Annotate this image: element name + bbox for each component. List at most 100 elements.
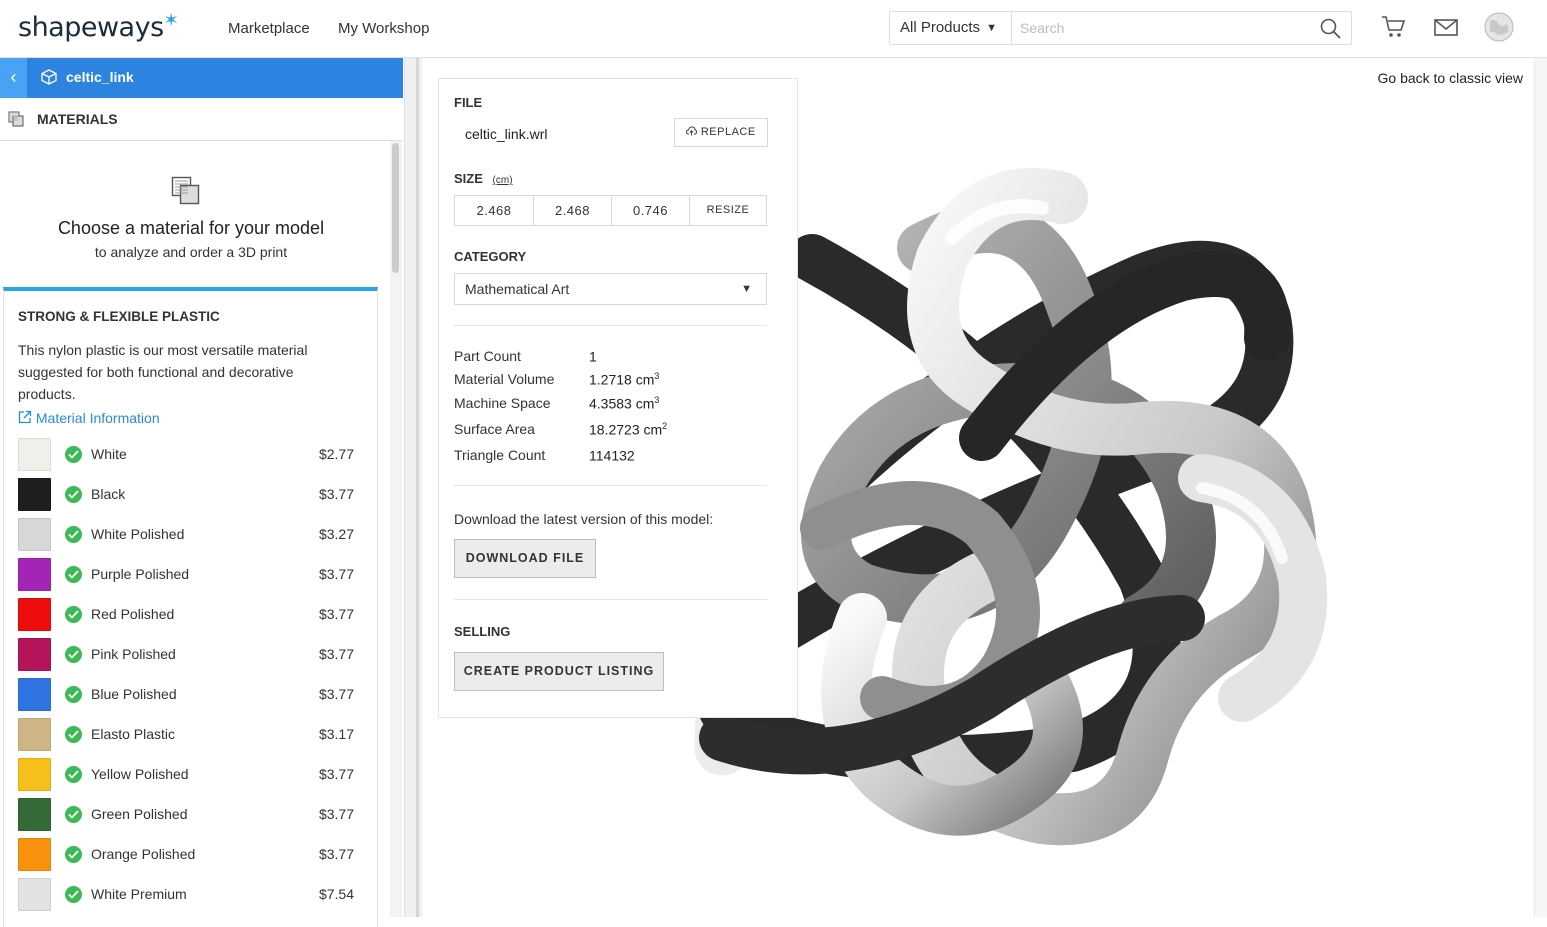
stat-value-unit-power: 2 xyxy=(662,421,668,431)
stat-label: Surface Area xyxy=(454,421,535,437)
material-name: Yellow Polished xyxy=(91,766,189,782)
available-check-icon xyxy=(65,446,82,463)
nav-my-workshop[interactable]: My Workshop xyxy=(338,20,429,37)
choose-material-prompt: Choose a material for your model to anal… xyxy=(0,141,382,289)
viewer-scrollbar[interactable] xyxy=(1534,58,1547,917)
material-swatch xyxy=(18,478,51,511)
material-row[interactable]: Black $3.77 xyxy=(18,478,354,512)
divider-line xyxy=(454,599,767,600)
size-label: SIZE (cm) xyxy=(454,171,513,186)
size-label-text: SIZE xyxy=(454,171,483,186)
material-row[interactable]: Yellow Polished $3.77 xyxy=(18,758,354,792)
materials-header[interactable]: MATERIALS xyxy=(0,98,403,141)
sidebar-scroll-thumb[interactable] xyxy=(392,143,399,273)
category-value: Mathematical Art xyxy=(465,281,570,297)
caret-down-icon: ▼ xyxy=(986,22,997,34)
stat-value-unit-power: 3 xyxy=(654,395,660,405)
material-group-title: STRONG & FLEXIBLE PLASTIC xyxy=(18,309,220,324)
stat-label: Machine Space xyxy=(454,395,551,411)
download-file-button[interactable]: DOWNLOAD FILE xyxy=(454,539,596,578)
cart-icon[interactable] xyxy=(1381,14,1406,44)
replace-button[interactable]: REPLACE xyxy=(674,118,768,147)
material-row[interactable]: Purple Polished $3.77 xyxy=(18,558,354,592)
chevron-left-icon: ‹ xyxy=(10,67,17,87)
logo-text: shapeways xyxy=(18,12,164,43)
size-x-input[interactable]: 2.468 xyxy=(455,196,534,225)
stat-label: Material Volume xyxy=(454,371,555,387)
model-properties-panel: FILE celtic_link.wrl REPLACE SIZE (cm) 2… xyxy=(438,78,798,718)
available-check-icon xyxy=(65,886,82,903)
model-viewer[interactable]: Go back to classic view FILE celtic_link… xyxy=(422,58,1547,917)
material-name: Green Polished xyxy=(91,806,188,822)
upload-cloud-icon xyxy=(686,126,701,138)
file-label: FILE xyxy=(454,95,483,110)
stat-value: 4.3583 cm3 xyxy=(589,395,659,412)
replace-label: REPLACE xyxy=(700,126,756,138)
user-avatar-icon[interactable] xyxy=(1484,12,1514,47)
size-z-input[interactable]: 0.746 xyxy=(612,196,690,225)
search-category-select[interactable]: All Products ▼ xyxy=(890,12,1012,44)
material-swatch xyxy=(18,598,51,631)
material-row[interactable]: White Premium $7.54 xyxy=(18,878,354,912)
material-price: $2.77 xyxy=(318,446,354,462)
search-icon[interactable] xyxy=(1320,18,1341,44)
material-price: $3.77 xyxy=(318,606,354,622)
search-category-value: All Products xyxy=(900,19,981,36)
stat-label: Part Count xyxy=(454,348,521,364)
material-name: Elasto Plastic xyxy=(91,726,176,742)
nav-marketplace[interactable]: Marketplace xyxy=(228,20,310,37)
shapeways-logo[interactable]: shapeways✶ xyxy=(18,10,179,43)
panel-divider[interactable] xyxy=(404,58,422,917)
material-price: $3.27 xyxy=(318,526,354,542)
material-name: White Premium xyxy=(91,886,187,902)
mail-icon[interactable] xyxy=(1434,19,1458,41)
material-swatch xyxy=(18,758,51,791)
material-row[interactable]: White Polished $3.27 xyxy=(18,518,354,552)
material-information-link[interactable]: Material Information xyxy=(18,409,160,426)
material-swatch xyxy=(18,798,51,831)
classic-view-link[interactable]: Go back to classic view xyxy=(1378,70,1524,86)
stat-value-text: 1.2718 cm xyxy=(589,371,655,388)
material-row[interactable]: Pink Polished $3.77 xyxy=(18,638,354,672)
material-row[interactable]: Orange Polished $3.77 xyxy=(18,838,354,872)
resize-button[interactable]: RESIZE xyxy=(690,196,766,225)
create-product-listing-button[interactable]: CREATE PRODUCT LISTING xyxy=(454,652,664,691)
available-check-icon xyxy=(65,686,82,703)
material-price: $3.77 xyxy=(318,566,354,582)
material-row[interactable]: Red Polished $3.77 xyxy=(18,598,354,632)
material-price: $3.77 xyxy=(318,766,354,782)
material-row[interactable]: Blue Polished $3.77 xyxy=(18,678,354,712)
sidebar-scrollbar[interactable] xyxy=(390,141,402,917)
search-box: All Products ▼ xyxy=(889,11,1352,45)
material-swatch xyxy=(18,638,51,671)
material-name: White Polished xyxy=(91,526,185,542)
stat-value-unit-power: 3 xyxy=(654,371,660,381)
material-row[interactable]: Elasto Plastic $3.17 xyxy=(18,718,354,752)
available-check-icon xyxy=(65,646,82,663)
caret-down-icon: ▼ xyxy=(741,283,752,295)
material-swatch xyxy=(18,438,51,471)
download-text: Download the latest version of this mode… xyxy=(454,511,714,527)
category-select[interactable]: Mathematical Art ▼ xyxy=(454,273,767,305)
material-information-text: Material Information xyxy=(35,410,160,426)
material-swatch xyxy=(18,838,51,871)
material-price: $3.77 xyxy=(318,846,354,862)
back-button[interactable]: ‹ xyxy=(0,58,27,98)
size-y-input[interactable]: 2.468 xyxy=(534,196,612,225)
search-input[interactable] xyxy=(1014,12,1309,44)
material-price: $3.77 xyxy=(318,646,354,662)
cube-icon xyxy=(41,69,57,90)
divider-line xyxy=(454,485,767,486)
material-row[interactable]: Green Polished $3.77 xyxy=(18,798,354,832)
material-row[interactable]: White $2.77 xyxy=(18,438,354,472)
stat-value: 1 xyxy=(589,348,597,365)
available-check-icon xyxy=(65,806,82,823)
divider-grip[interactable] xyxy=(416,58,419,917)
logo-star-icon: ✶ xyxy=(163,10,179,31)
material-name: Red Polished xyxy=(91,606,175,622)
selling-label: SELLING xyxy=(454,624,511,639)
material-swatch xyxy=(18,718,51,751)
material-price: $3.77 xyxy=(318,486,354,502)
available-check-icon xyxy=(65,606,82,623)
available-check-icon xyxy=(65,526,82,543)
